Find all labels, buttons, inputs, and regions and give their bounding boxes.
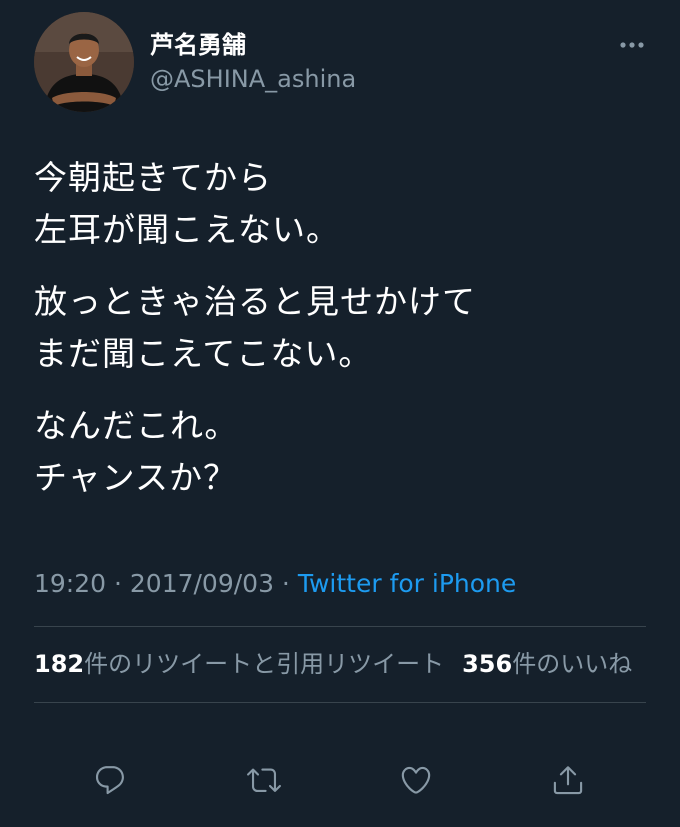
tweet-line: 今朝起きてから: [34, 158, 272, 197]
tweet-paragraph: なんだこれ。 チャンスか？: [34, 400, 654, 504]
more-options-button[interactable]: [612, 30, 652, 60]
share-button[interactable]: [546, 758, 590, 802]
meta-separator: ·: [273, 569, 298, 598]
tweet-line: 放っときゃ治ると見せかけて: [34, 282, 476, 321]
tweet-line: 左耳が聞こえない。: [34, 210, 340, 249]
likes-stat[interactable]: 356件のいいね: [462, 650, 632, 678]
retweets-stat[interactable]: 182件のリツイートと引用リツイート: [34, 650, 444, 678]
retweets-count: 182: [34, 650, 85, 678]
reply-icon: [95, 766, 124, 795]
tweet-stats: 182件のリツイートと引用リツイート 356件のいいね: [34, 646, 680, 682]
avatar[interactable]: [34, 12, 134, 112]
tweet-meta: 19:20 · 2017/09/03 · Twitter for iPhone: [34, 566, 516, 602]
tweet-paragraph: 放っときゃ治ると見せかけて まだ聞こえてこない。: [34, 276, 654, 380]
retweets-label: 件のリツイートと引用リツイート: [84, 650, 445, 678]
user-handle[interactable]: @ASHINA_ashina: [150, 64, 356, 94]
display-name[interactable]: 芦名勇舗: [150, 30, 246, 60]
divider: [34, 626, 646, 627]
retweet-icon: [247, 768, 281, 792]
tweet-paragraph: 今朝起きてから 左耳が聞こえない。: [34, 152, 654, 256]
heart-icon: [401, 766, 431, 794]
meta-separator: ·: [106, 569, 130, 598]
tweet-actions: [0, 758, 680, 802]
likes-count: 356: [462, 650, 513, 678]
tweet-date[interactable]: 2017/09/03: [130, 569, 274, 598]
share-icon: [553, 766, 583, 795]
like-button[interactable]: [394, 758, 438, 802]
tweet-line: まだ聞こえてこない。: [34, 334, 373, 373]
tweet-line: なんだこれ。: [34, 406, 239, 445]
avatar-image: [34, 12, 134, 112]
retweet-button[interactable]: [242, 758, 286, 802]
tweet-time[interactable]: 19:20: [34, 569, 106, 598]
tweet-card: 芦名勇舗 @ASHINA_ashina 今朝起きてから 左耳が聞こえない。 放っ…: [0, 0, 680, 827]
reply-button[interactable]: [88, 758, 132, 802]
tweet-line: チャンスか？: [34, 458, 238, 497]
tweet-text: 今朝起きてから 左耳が聞こえない。 放っときゃ治ると見せかけて まだ聞こえてこな…: [34, 152, 654, 524]
likes-label: 件のいいね: [512, 650, 633, 678]
tweet-source-link[interactable]: Twitter for iPhone: [298, 569, 516, 598]
more-horizontal-icon: [620, 42, 644, 48]
divider: [34, 702, 646, 703]
